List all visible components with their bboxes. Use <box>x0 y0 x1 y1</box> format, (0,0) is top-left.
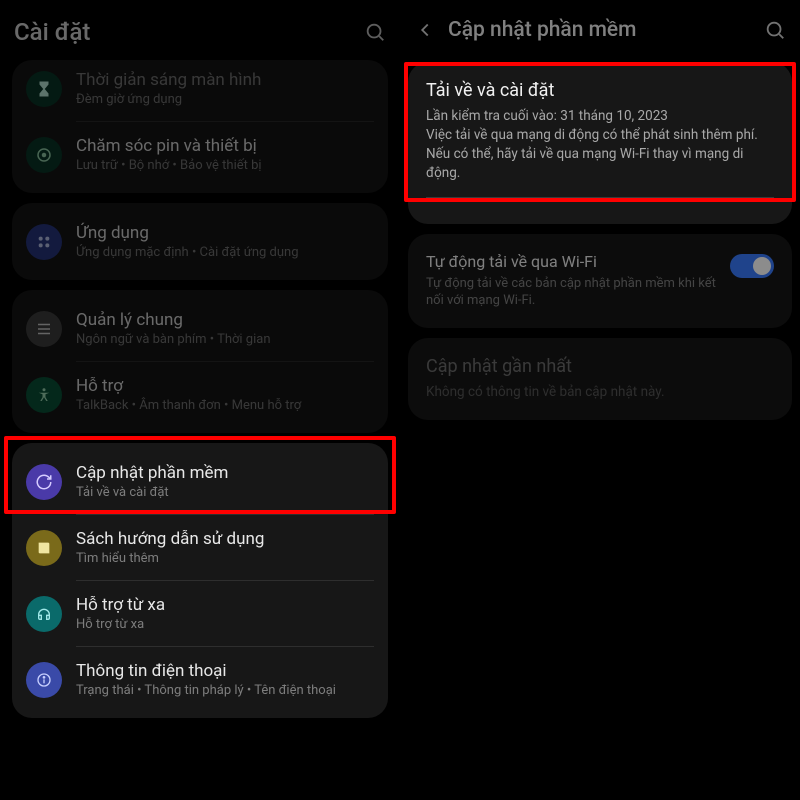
row-software-update[interactable]: Cập nhật phần mềm Tải về và cài đặt <box>12 449 388 514</box>
download-install-block[interactable]: Tải về và cài đặt Lần kiểm tra cuối vào:… <box>408 62 792 224</box>
search-icon[interactable] <box>364 21 386 43</box>
row-title: Sách hướng dẫn sử dụng <box>76 529 374 549</box>
block-title: Cập nhật gần nhất <box>426 356 774 377</box>
row-sub: Hỗ trợ từ xa <box>76 617 374 632</box>
row-title: Thông tin điện thoại <box>76 661 374 681</box>
row-title: Hỗ trợ <box>76 376 374 396</box>
row-sub: Ngôn ngữ và bàn phím • Thời gian <box>76 332 374 347</box>
auto-wifi-toggle[interactable] <box>730 254 774 278</box>
row-title: Cập nhật phần mềm <box>76 463 374 483</box>
row-title: Thời giản sáng màn hình <box>76 70 374 90</box>
row-sub: Trạng thái • Thông tin pháp lý • Tên điệ… <box>76 683 374 698</box>
settings-list: Thời giản sáng màn hình Đèm giờ ứng dụng… <box>0 60 400 718</box>
hourglass-icon <box>26 71 62 107</box>
last-update-block[interactable]: Cập nhật gần nhất Không có thông tin về … <box>408 338 792 420</box>
last-check-text: Lần kiểm tra cuối vào: 31 tháng 10, 2023 <box>426 107 774 126</box>
row-sub: Tìm hiểu thêm <box>76 551 374 566</box>
row-screen-time[interactable]: Thời giản sáng màn hình Đèm giờ ứng dụng <box>12 66 388 121</box>
row-remote-support[interactable]: Hỗ trợ từ xa Hỗ trợ từ xa <box>12 581 388 646</box>
search-icon[interactable] <box>764 19 786 41</box>
row-about-phone[interactable]: Thông tin điện thoại Trạng thái • Thông … <box>12 647 388 712</box>
update-icon <box>26 464 62 500</box>
row-sub: Lưu trữ • Bộ nhớ • Bảo vệ thiết bị <box>76 158 374 173</box>
row-title: Ứng dụng <box>76 223 374 243</box>
back-icon[interactable] <box>414 19 436 41</box>
headset-icon <box>26 596 62 632</box>
row-title: Tự động tải về qua Wi-Fi <box>426 252 718 271</box>
page-title: Cập nhật phần mềm <box>448 18 752 42</box>
apps-icon <box>26 224 62 260</box>
row-support[interactable]: Hỗ trợ TalkBack • Âm thanh đơn • Menu hỗ… <box>12 362 388 427</box>
row-sub: TalkBack • Âm thanh đơn • Menu hỗ trợ <box>76 398 374 413</box>
row-title: Chăm sóc pin và thiết bị <box>76 136 374 156</box>
info-icon <box>26 662 62 698</box>
update-header: Cập nhật phần mềm <box>400 0 800 56</box>
battery-icon <box>26 137 62 173</box>
row-user-manual[interactable]: Sách hướng dẫn sử dụng Tìm hiểu thêm <box>12 515 388 580</box>
row-general[interactable]: Quản lý chung Ngôn ngữ và bàn phím • Thờ… <box>12 296 388 361</box>
settings-header: Cài đặt <box>0 0 400 60</box>
accessibility-icon <box>26 377 62 413</box>
page-title: Cài đặt <box>14 18 352 46</box>
settings-general-icon <box>26 311 62 347</box>
row-sub: Đèm giờ ứng dụng <box>76 92 374 107</box>
block-desc: Không có thông tin về bản cập nhật này. <box>426 383 774 402</box>
auto-wifi-row[interactable]: Tự động tải về qua Wi-Fi Tự động tải về … <box>408 234 792 328</box>
row-apps[interactable]: Ứng dụng Ứng dụng mặc định • Cài đặt ứng… <box>12 209 388 274</box>
book-icon <box>26 530 62 566</box>
row-sub: Ứng dụng mặc định • Cài đặt ứng dụng <box>76 245 374 260</box>
block-desc: Việc tải về qua mạng di động có thể phát… <box>426 126 774 183</box>
row-sub: Tải về và cài đặt <box>76 485 374 500</box>
row-sub: Tự động tải về các bản cập nhật phần mềm… <box>426 275 718 310</box>
row-title: Quản lý chung <box>76 310 374 330</box>
row-battery-care[interactable]: Chăm sóc pin và thiết bị Lưu trữ • Bộ nh… <box>12 122 388 187</box>
block-title: Tải về và cài đặt <box>426 80 774 101</box>
software-update-screen: Cập nhật phần mềm Tải về và cài đặt Lần … <box>400 0 800 800</box>
row-title: Hỗ trợ từ xa <box>76 595 374 615</box>
auto-wifi-block: Tự động tải về qua Wi-Fi Tự động tải về … <box>408 234 792 328</box>
settings-screen: Cài đặt Thời giản sáng màn hình Đèm giờ … <box>0 0 400 800</box>
